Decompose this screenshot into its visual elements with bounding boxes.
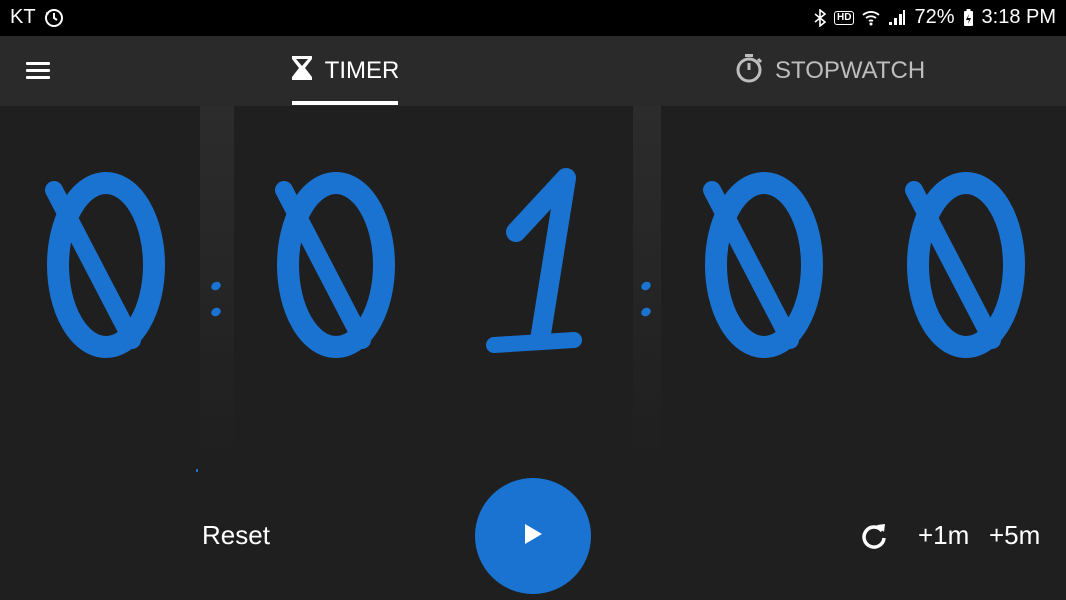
bluetooth-icon bbox=[814, 8, 827, 27]
battery-percent: 72% bbox=[914, 6, 955, 28]
stopwatch-icon bbox=[735, 53, 763, 90]
status-right: HD 72% 3:18 PM bbox=[814, 6, 1056, 29]
status-bar: KT HD 72% 3:18 PM bbox=[0, 0, 1066, 36]
colon-separator bbox=[638, 280, 654, 320]
restart-button[interactable] bbox=[860, 522, 888, 550]
menu-icon bbox=[26, 62, 50, 65]
active-tab-indicator bbox=[292, 101, 398, 105]
seconds-tens-digit[interactable]: 0 bbox=[694, 160, 834, 370]
tab-stopwatch[interactable]: STOPWATCH bbox=[735, 36, 925, 106]
menu-icon-bar bbox=[26, 69, 50, 72]
status-left: KT bbox=[10, 6, 64, 29]
menu-icon-bar bbox=[26, 76, 50, 79]
hd-badge: HD bbox=[834, 10, 855, 25]
hourglass-icon bbox=[291, 55, 313, 88]
carrier-label: KT bbox=[10, 6, 36, 28]
add-5-minutes-button[interactable]: +5m bbox=[989, 520, 1040, 551]
sync-clock-icon bbox=[44, 8, 64, 28]
hours-tens-digit[interactable]: 0 bbox=[36, 160, 176, 370]
tab-stopwatch-label: STOPWATCH bbox=[775, 57, 926, 84]
signal-icon bbox=[888, 9, 906, 26]
seconds-ones-digit[interactable]: 0 bbox=[896, 160, 1036, 370]
colon-separator bbox=[208, 280, 224, 320]
add-1-minute-button[interactable]: +1m bbox=[918, 520, 969, 551]
tab-timer[interactable]: TIMER bbox=[291, 36, 400, 106]
play-icon bbox=[523, 523, 543, 550]
refresh-icon bbox=[860, 524, 888, 554]
minutes-ones-digit[interactable]: 1 bbox=[466, 160, 606, 370]
app-bar: TIMER STOPWATCH bbox=[0, 36, 1066, 106]
clock-time: 3:18 PM bbox=[981, 6, 1056, 28]
progress-dot bbox=[196, 469, 198, 472]
battery-charging-icon bbox=[963, 8, 974, 27]
tab-timer-label: TIMER bbox=[324, 57, 400, 84]
start-button[interactable] bbox=[475, 478, 591, 594]
menu-button[interactable] bbox=[22, 56, 58, 86]
wifi-icon bbox=[862, 10, 881, 26]
minutes-tens-digit[interactable]: 0 bbox=[266, 160, 406, 370]
reset-button[interactable]: Reset bbox=[202, 520, 270, 551]
